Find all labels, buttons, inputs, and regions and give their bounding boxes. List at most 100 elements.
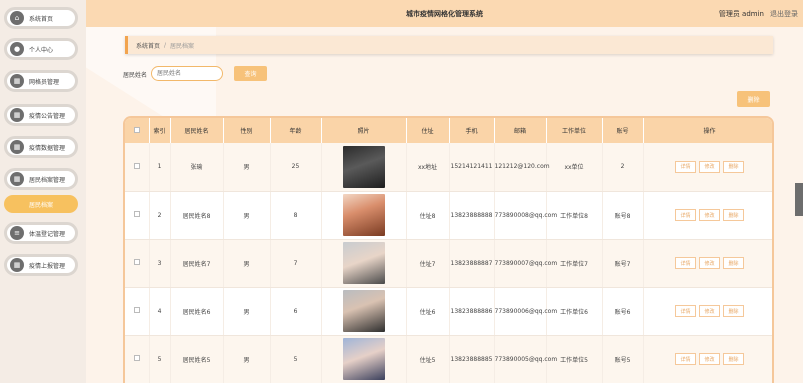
cell-phone: 13823888887: [449, 239, 495, 288]
sidebar-item-resident-archive-mgmt[interactable]: ▦ 居民档案管理: [4, 168, 78, 190]
cell-address: 住址8: [406, 191, 450, 240]
cell-gender: 男: [223, 143, 271, 192]
edit-button[interactable]: 修改: [699, 209, 720, 221]
edit-button[interactable]: 修改: [699, 160, 720, 173]
resident-photo[interactable]: [342, 145, 385, 188]
sidebar-item-profile[interactable]: ● 个人中心: [4, 38, 78, 60]
resident-photo[interactable]: [342, 194, 385, 236]
edit-button[interactable]: 修改: [699, 257, 720, 269]
breadcrumb-current: 居民档案: [170, 42, 195, 50]
delete-button[interactable]: 删除: [723, 353, 744, 365]
grid-icon: ▦: [10, 172, 24, 186]
cell-age: 5: [270, 335, 322, 383]
column-header: 工作单位: [546, 118, 603, 143]
select-all-header[interactable]: [125, 118, 150, 143]
sidebar-item-temperature[interactable]: ≡ 体温登记管理: [4, 222, 78, 244]
detail-button[interactable]: 详情: [675, 209, 696, 221]
sidebar-item-label: 个人中心: [29, 46, 54, 54]
cell-email: 773890008@qq.com: [494, 191, 557, 240]
cell-age: 6: [270, 287, 322, 336]
cell-phone: 13823888885: [449, 335, 495, 383]
column-header: 邮箱: [494, 118, 547, 143]
breadcrumb-home[interactable]: 系统首页: [136, 41, 160, 50]
detail-button[interactable]: 详情: [675, 160, 696, 173]
column-header: 居民姓名: [170, 118, 224, 143]
cell-address: 住址7: [406, 239, 450, 288]
sidebar-item-label: 体温登记管理: [29, 230, 66, 238]
cell-address: 住址5: [406, 335, 450, 383]
row-checkbox[interactable]: [133, 355, 140, 361]
table-header-row: 索引 居民姓名 性别 年龄 照片 住址 手机 邮箱 工作单位 账号 操作: [125, 118, 772, 143]
list-icon: ≡: [10, 226, 24, 240]
sidebar-item-label: 疫情公告管理: [29, 112, 66, 120]
sidebar-item-epidemic-data[interactable]: ▦ 疫情数据管理: [4, 136, 78, 158]
sidebar-item-report[interactable]: ▦ 疫情上报管理: [4, 254, 78, 276]
column-header: 索引: [149, 118, 171, 143]
logout-link[interactable]: 退出登录: [770, 10, 798, 18]
row-checkbox[interactable]: [133, 162, 140, 169]
cell-account: 账号7: [602, 239, 644, 288]
cell-name: 居民姓名5: [170, 335, 224, 383]
delete-button[interactable]: 删除: [723, 209, 744, 221]
cell-phone: 15214121411: [449, 143, 495, 192]
cell-account: 2: [602, 143, 644, 192]
page-scrollbar[interactable]: [795, 183, 803, 216]
column-header: 性别: [223, 118, 271, 143]
cell-phone: 13823888888: [449, 191, 495, 240]
column-header: 账号: [602, 118, 644, 143]
cell-phone: 13823888886: [449, 287, 495, 336]
row-checkbox[interactable]: [133, 259, 140, 265]
sidebar-item-label: 居民档案管理: [29, 176, 66, 184]
cell-age: 25: [270, 143, 322, 192]
user-icon: ●: [10, 42, 24, 56]
delete-button[interactable]: 删除: [723, 257, 744, 269]
cell-age: 7: [270, 239, 322, 288]
top-header: 城市疫情网格化管理系统 管理员 admin 退出登录: [86, 0, 803, 27]
sidebar-item-label: 疫情数据管理: [29, 144, 66, 152]
sidebar-item-home[interactable]: ⌂ 系统首页: [4, 7, 78, 29]
cell-address: xx地址: [406, 143, 450, 192]
search-button[interactable]: 查询: [234, 66, 267, 81]
detail-button[interactable]: 详情: [675, 353, 696, 365]
column-header: 手机: [449, 118, 495, 143]
sidebar-item-label: 疫情上报管理: [29, 262, 66, 270]
detail-button[interactable]: 详情: [675, 257, 696, 269]
table-row: 1 张瑜 男 25 xx地址 15214121411 121212@120.co…: [125, 143, 772, 192]
sidebar: ⌂ 系统首页 ● 个人中心 ▦ 网格员管理 ▦ 疫情公告管理 ▦ 疫情数据管理 …: [0, 0, 86, 383]
grid-icon: ▦: [10, 140, 24, 154]
select-all-checkbox[interactable]: [133, 126, 140, 133]
row-checkbox[interactable]: [133, 211, 140, 217]
resident-photo[interactable]: [342, 242, 385, 284]
edit-button[interactable]: 修改: [699, 353, 720, 365]
cell-index: 5: [149, 335, 171, 383]
delete-button[interactable]: 删除: [723, 160, 744, 173]
sidebar-subitem-resident-archive[interactable]: 居民档案: [4, 195, 78, 213]
sidebar-item-notices[interactable]: ▦ 疫情公告管理: [4, 104, 78, 126]
column-header: 年龄: [270, 118, 322, 143]
cell-index: 1: [149, 143, 171, 192]
resident-photo[interactable]: [342, 338, 385, 380]
row-checkbox[interactable]: [133, 307, 140, 313]
cell-email: 773890006@qq.com: [494, 287, 557, 336]
table-row: 5 居民姓名5 男 5 住址5 13823888885 773890005@qq…: [125, 335, 772, 383]
resident-photo[interactable]: [342, 290, 385, 332]
detail-button[interactable]: 详情: [675, 305, 696, 317]
table-row: 2 居民姓名8 男 8 住址8 13823888888 773890008@qq…: [125, 191, 772, 240]
cell-account: 账号6: [602, 287, 644, 336]
cell-address: 住址6: [406, 287, 450, 336]
breadcrumb-separator: /: [164, 41, 167, 49]
delete-button[interactable]: 删除: [723, 305, 744, 317]
cell-work: xx单位: [546, 143, 603, 192]
breadcrumb: 系统首页 / 居民档案: [125, 36, 773, 54]
batch-delete-button[interactable]: 删除: [737, 91, 770, 107]
table-row: 4 居民姓名6 男 6 住址6 13823888886 773890006@qq…: [125, 287, 772, 336]
cell-name: 居民姓名7: [170, 239, 224, 288]
cell-index: 4: [149, 287, 171, 336]
sidebar-item-grid-staff[interactable]: ▦ 网格员管理: [4, 70, 78, 92]
search-label: 居民姓名: [123, 72, 148, 79]
edit-button[interactable]: 修改: [699, 305, 720, 317]
grid-icon: ▦: [10, 258, 24, 272]
cell-account: 账号5: [602, 335, 644, 383]
grid-icon: ▦: [10, 74, 24, 88]
search-input[interactable]: [151, 66, 223, 81]
